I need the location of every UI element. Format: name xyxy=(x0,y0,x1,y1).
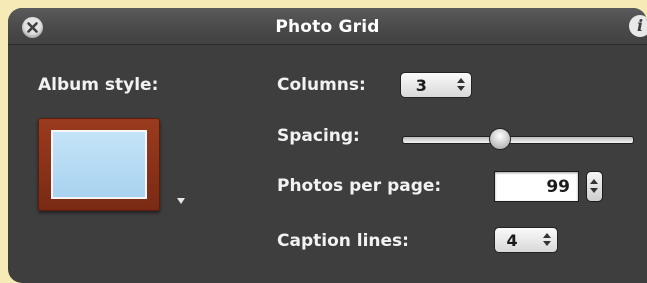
stepper-down-icon[interactable] xyxy=(590,188,598,193)
photos-per-page-value: 99 xyxy=(546,177,570,197)
caption-lines-value: 4 xyxy=(506,231,518,250)
columns-value: 3 xyxy=(415,76,427,95)
spacing-slider-track[interactable] xyxy=(402,136,634,144)
columns-label: Columns: xyxy=(277,75,366,95)
up-down-arrows-icon xyxy=(543,232,551,248)
spacing-label: Spacing: xyxy=(277,126,360,146)
info-icon: i xyxy=(636,16,644,35)
photos-per-page-label: Photos per page: xyxy=(277,176,442,196)
columns-stepper[interactable]: 3 xyxy=(400,72,472,98)
album-style-thumbnail[interactable] xyxy=(38,118,160,211)
up-down-arrows-icon xyxy=(457,77,465,93)
info-button[interactable]: i xyxy=(629,15,647,37)
caption-lines-label: Caption lines: xyxy=(277,231,409,251)
photo-grid-hud-window: Photo Grid i Album style: Columns: 3 Spa… xyxy=(8,8,647,283)
title-bar[interactable]: Photo Grid i xyxy=(8,8,647,45)
album-style-label: Album style: xyxy=(38,75,159,95)
album-photo-area xyxy=(51,130,147,199)
photos-per-page-field[interactable]: 99 xyxy=(494,171,579,202)
window-title: Photo Grid xyxy=(275,17,380,37)
caption-lines-stepper[interactable]: 4 xyxy=(494,227,558,253)
spacing-slider-knob[interactable] xyxy=(489,128,512,150)
stepper-up-icon[interactable] xyxy=(590,179,598,184)
photos-per-page-stepper[interactable] xyxy=(586,171,603,202)
album-style-dropdown-arrow-icon[interactable] xyxy=(177,198,185,204)
